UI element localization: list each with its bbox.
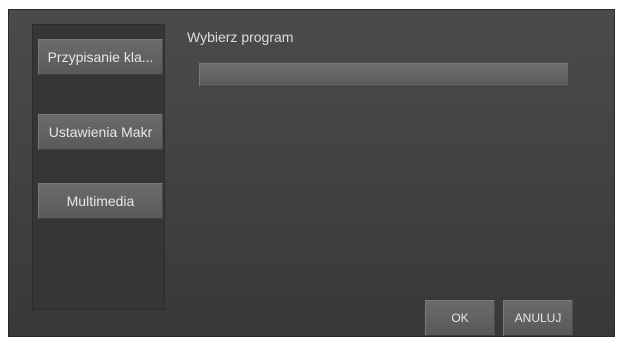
- sidebar-item-label: Przypisanie kla...: [47, 49, 154, 65]
- page-title: Wybierz program: [187, 29, 294, 45]
- sidebar-item-key-assignment[interactable]: Przypisanie kla...: [38, 39, 163, 75]
- sidebar-item-macro-settings[interactable]: Ustawienia Makr: [38, 114, 163, 150]
- sidebar-item-label: Multimedia: [66, 193, 135, 209]
- ok-button[interactable]: OK: [425, 300, 495, 336]
- sidebar-item-multimedia[interactable]: Multimedia: [38, 183, 163, 219]
- program-select-field[interactable]: [199, 63, 569, 87]
- dialog-window: Przypisanie kla... Ustawienia Makr Multi…: [8, 9, 615, 337]
- sidebar: Przypisanie kla... Ustawienia Makr Multi…: [32, 24, 165, 310]
- cancel-button[interactable]: ANULUJ: [503, 300, 573, 336]
- sidebar-item-label: Ustawienia Makr: [48, 124, 153, 140]
